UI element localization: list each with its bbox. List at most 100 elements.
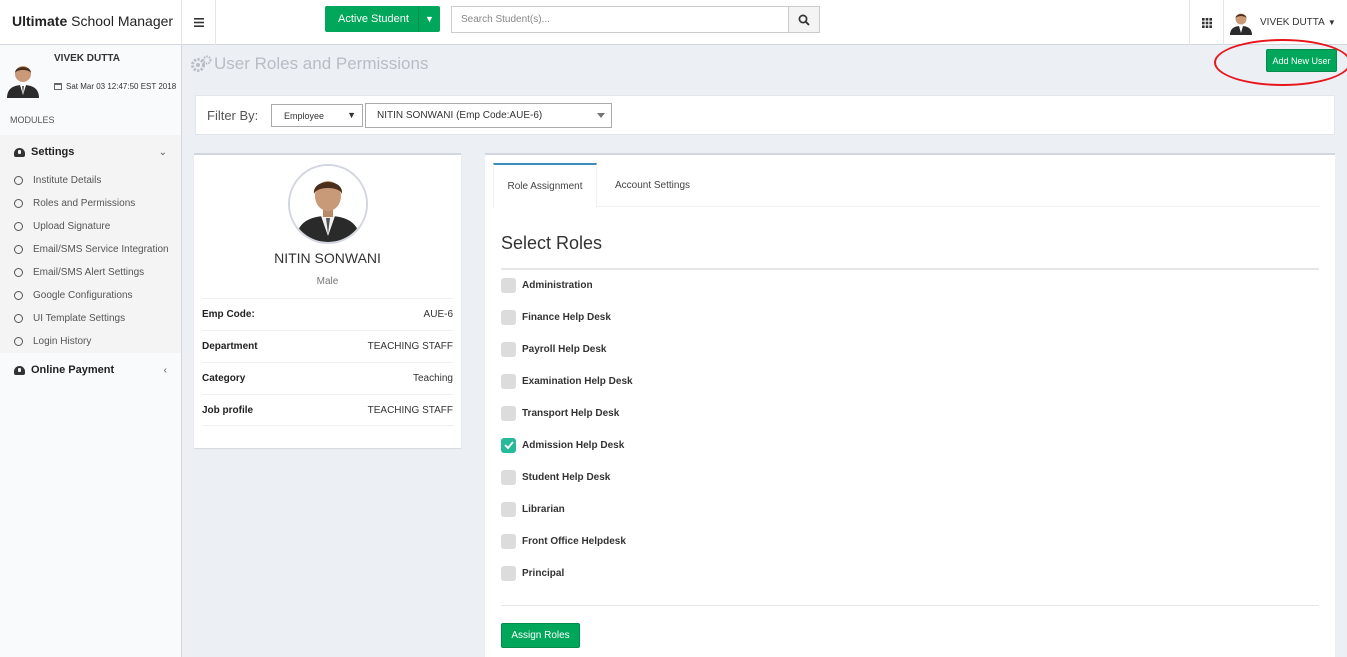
circle-icon — [14, 222, 23, 231]
calendar-icon — [54, 83, 62, 90]
sidebar-item-label: UI Template Settings — [33, 313, 126, 324]
checkbox[interactable] — [501, 341, 516, 357]
profile-name: NITIN SONWANI — [274, 250, 381, 266]
datetime-text: Sat Mar 03 12:47:50 EST 2018 — [66, 82, 177, 91]
employee-select[interactable]: NITIN SONWANI (Emp Code:AUE-6) — [365, 103, 612, 128]
checkbox[interactable] — [501, 277, 516, 293]
checkbox[interactable] — [501, 565, 516, 581]
grid-icon — [1201, 17, 1212, 28]
modules-heading: MODULES — [10, 115, 55, 125]
role-label: Administration — [522, 279, 593, 291]
field-label: Job profile — [202, 404, 254, 416]
caret-down-icon — [597, 113, 605, 118]
role-checkbox-examination-help-desk[interactable]: Examination Help Desk — [501, 372, 633, 390]
page-title-text: User Roles and Permissions — [214, 54, 429, 73]
top-navbar: Ultimate School Manager Active Student ▼… — [0, 0, 1347, 45]
chevron-left-icon: ‹ — [163, 364, 167, 376]
circle-icon — [14, 314, 23, 323]
settings-submenu: Institute Details Roles and Permissions … — [0, 169, 181, 353]
sidebar-item-label: Online Payment — [31, 364, 115, 376]
tab-role-assignment[interactable]: Role Assignment — [493, 163, 597, 208]
field-label: Emp Code: — [202, 309, 255, 320]
role-checkbox-finance-help-desk[interactable]: Finance Help Desk — [501, 308, 611, 326]
role-checkbox-administration[interactable]: Administration — [501, 276, 593, 294]
checkbox[interactable] — [501, 533, 516, 549]
role-checkbox-student-help-desk[interactable]: Student Help Desk — [501, 468, 610, 486]
hamburger-icon — [193, 18, 204, 27]
checkbox[interactable] — [501, 309, 516, 325]
role-label: Admission Help Desk — [522, 439, 625, 451]
role-checkbox-librarian[interactable]: Librarian — [501, 500, 565, 518]
roles-panel: Role Assignment Account Settings Select … — [485, 153, 1335, 657]
caret-down-icon[interactable]: ▼ — [418, 6, 440, 32]
role-label: Student Help Desk — [522, 471, 611, 483]
role-checkbox-payroll-help-desk[interactable]: Payroll Help Desk — [501, 340, 606, 358]
sidebar-item-roles-permissions[interactable]: Roles and Permissions — [0, 192, 181, 215]
caret-down-icon: ▼ — [347, 110, 356, 120]
student-search-input[interactable] — [451, 6, 789, 33]
field-value: AUE-6 — [423, 309, 453, 320]
user-account-menu[interactable]: VIVEK DUTTA ▼ — [1230, 0, 1347, 45]
filter-type-select[interactable]: Employee ▼ — [271, 104, 363, 127]
circle-icon — [14, 268, 23, 277]
employee-select-value: NITIN SONWANI (Emp Code:AUE-6) — [377, 110, 543, 121]
sidebar-item-label: Roles and Permissions — [33, 198, 136, 209]
checkbox[interactable] — [501, 501, 516, 517]
sidebar-item-label: Settings — [31, 146, 75, 158]
assign-roles-button[interactable]: Assign Roles — [501, 623, 580, 648]
filter-label: Filter By: — [207, 108, 259, 123]
sidebar-item-institute-details[interactable]: Institute Details — [0, 169, 181, 192]
sidebar-item-label: Institute Details — [33, 175, 102, 186]
caret-down-icon: ▼ — [1327, 18, 1336, 27]
role-label: Librarian — [522, 503, 565, 515]
role-label: Finance Help Desk — [522, 311, 611, 323]
sidebar-item-upload-signature[interactable]: Upload Signature — [0, 215, 181, 238]
sidebar-item-google-configurations[interactable]: Google Configurations — [0, 284, 181, 307]
app-brand[interactable]: Ultimate School Manager — [0, 0, 182, 45]
role-checkbox-transport-help-desk[interactable]: Transport Help Desk — [501, 404, 619, 422]
sidebar-item-label: Upload Signature — [33, 221, 111, 232]
profile-details-list: Emp Code: AUE-6 Department TEACHING STAFF … — [202, 298, 453, 426]
checkbox[interactable] — [501, 469, 516, 485]
user-name: VIVEK DUTTA — [1260, 17, 1325, 28]
list-item: Job profile TEACHING STAFF — [202, 394, 453, 426]
sidebar-item-label: Login History — [33, 336, 92, 347]
role-label: Front Office Helpdesk — [522, 535, 626, 547]
checkbox-checked[interactable] — [501, 437, 516, 453]
sidebar-toggle-button[interactable] — [182, 0, 216, 45]
list-item: Category Teaching — [202, 362, 453, 394]
divider — [501, 268, 1319, 270]
active-student-dropdown[interactable]: Active Student ▼ — [325, 6, 440, 32]
sidebar-item-login-history[interactable]: Login History — [0, 330, 181, 353]
sidebar-user-name: VIVEK DUTTA — [54, 53, 120, 64]
tab-account-settings[interactable]: Account Settings — [597, 163, 708, 207]
gears-icon — [191, 55, 212, 72]
role-label: Examination Help Desk — [522, 375, 633, 387]
circle-icon — [14, 245, 23, 254]
sidebar-item-ui-template[interactable]: UI Template Settings — [0, 307, 181, 330]
profile-gender: Male — [316, 276, 339, 287]
filter-bar: Filter By: Employee ▼ NITIN SONWANI (Emp… — [195, 95, 1335, 135]
sidebar-datetime: Sat Mar 03 12:47:50 EST 2018 — [54, 82, 176, 91]
sidebar-item-online-payment[interactable]: Online Payment ‹ — [0, 353, 181, 387]
avatar — [1230, 13, 1252, 35]
check-icon — [503, 441, 514, 449]
divider — [501, 605, 1319, 606]
role-checkbox-principal[interactable]: Principal — [501, 564, 564, 582]
sidebar-item-label: Email/SMS Service Integration — [33, 244, 169, 255]
add-new-user-button[interactable]: Add New User — [1266, 49, 1337, 72]
search-button[interactable] — [788, 6, 820, 33]
role-checkbox-admission-help-desk[interactable]: Admission Help Desk — [501, 436, 624, 454]
list-item: Department TEACHING STAFF — [202, 330, 453, 362]
checkbox[interactable] — [501, 373, 516, 389]
field-label: Category — [202, 373, 246, 384]
checkbox[interactable] — [501, 405, 516, 421]
sidebar-item-email-sms-alerts[interactable]: Email/SMS Alert Settings — [0, 261, 181, 284]
sidebar-item-email-sms-integration[interactable]: Email/SMS Service Integration — [0, 238, 181, 261]
sidebar-item-settings[interactable]: Settings ⌄ — [0, 135, 181, 169]
active-student-label: Active Student — [338, 13, 409, 25]
sidebar-user-panel: VIVEK DUTTA Sat Mar 03 12:47:50 EST 2018 — [0, 45, 181, 105]
apps-grid-button[interactable] — [1189, 0, 1224, 45]
profile-avatar — [288, 164, 368, 244]
role-checkbox-front-office-helpdesk[interactable]: Front Office Helpdesk — [501, 532, 626, 550]
